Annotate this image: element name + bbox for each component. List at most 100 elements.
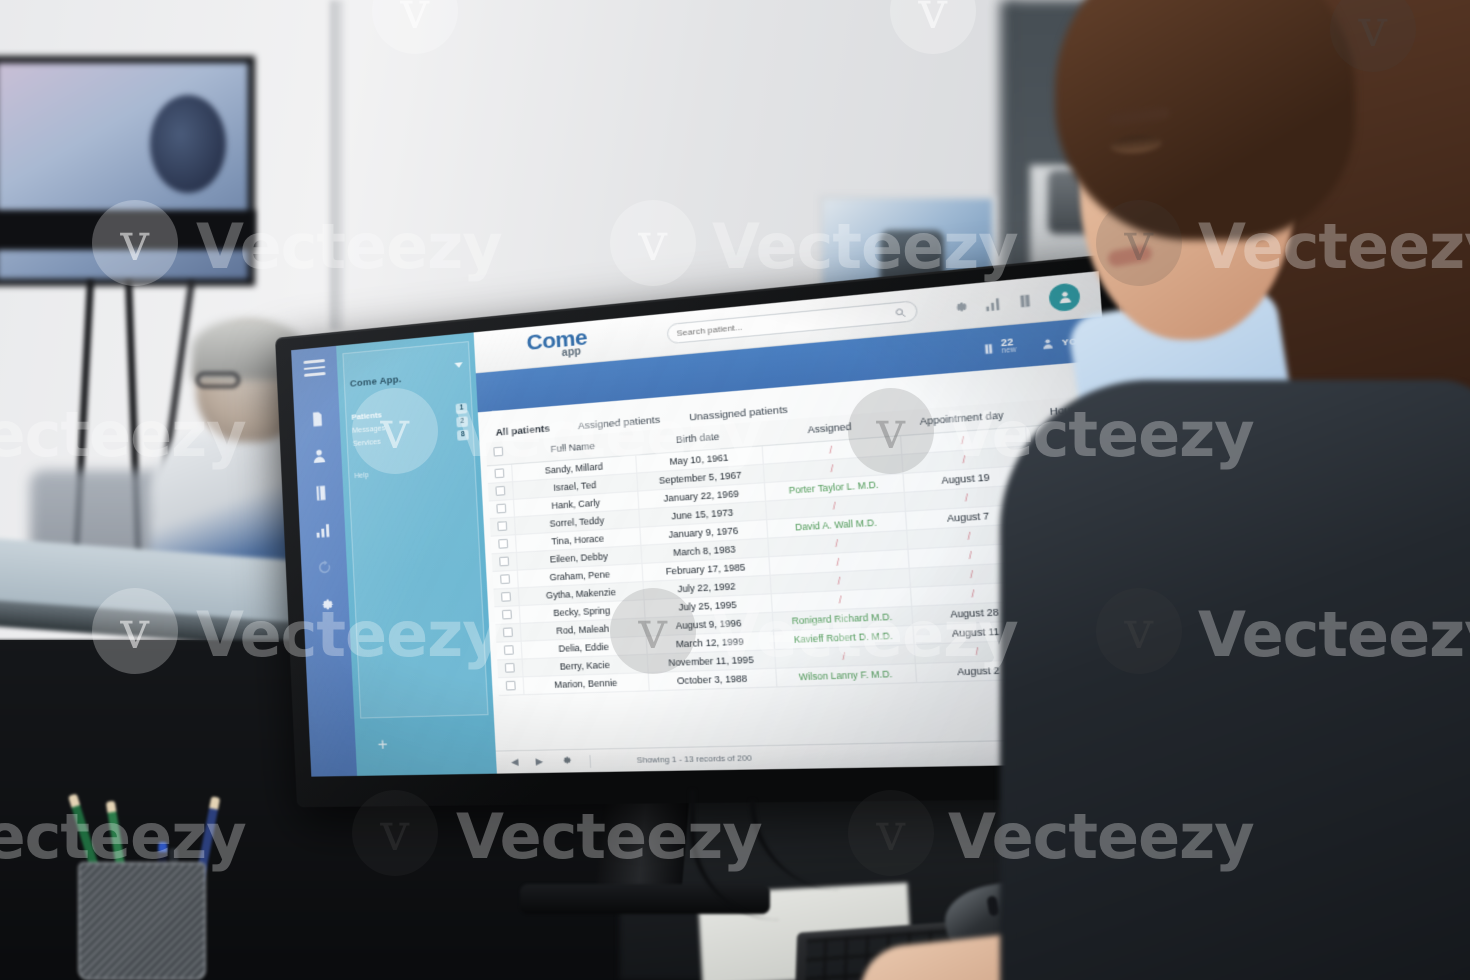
side-panel-item-label: Messages <box>351 423 386 435</box>
cell-full-name-value: Berry, Kacie <box>559 659 611 672</box>
add-item-icon[interactable]: + <box>377 734 388 754</box>
row-checkbox[interactable] <box>499 555 510 566</box>
side-panel-help-link[interactable]: Help <box>354 472 369 480</box>
book-icon[interactable] <box>310 482 331 503</box>
row-select-cell[interactable] <box>497 659 524 678</box>
cell-birth-date-value: October 3, 1988 <box>676 673 748 687</box>
notifications-count-group: 22 new <box>1000 336 1017 357</box>
cell-appointment-day-value: August 28 <box>949 606 999 620</box>
gear-icon[interactable] <box>951 298 969 315</box>
hamburger-menu-icon[interactable] <box>303 358 326 377</box>
side-panel-item-badge: 8 <box>456 429 469 441</box>
cell-full-name-value: Hank, Carly <box>551 497 601 512</box>
row-checkbox[interactable] <box>496 503 507 513</box>
chevron-down-icon[interactable] <box>454 362 463 369</box>
cell-full-name-value: Becky, Spring <box>553 605 611 619</box>
row-select-cell[interactable] <box>494 605 521 625</box>
row-select-cell[interactable] <box>486 464 513 484</box>
cell-assigned-value: / <box>837 575 842 587</box>
cell-appointment-day-value: / <box>968 549 973 562</box>
row-checkbox[interactable] <box>505 680 516 690</box>
cell-birth-date: October 3, 1988 <box>648 668 777 691</box>
row-select-cell[interactable] <box>492 570 519 590</box>
cell-birth-date-value: September 5, 1967 <box>658 469 742 486</box>
gear-icon[interactable] <box>316 594 337 615</box>
xray-screen-band <box>0 210 255 250</box>
side-panel-item-badge: 1 <box>455 402 468 414</box>
row-checkbox[interactable] <box>498 538 509 549</box>
row-checkbox[interactable] <box>504 662 515 673</box>
topbar-icons <box>951 281 1086 321</box>
cell-appointment-day-value: / <box>971 588 976 600</box>
row-checkbox[interactable] <box>501 609 512 619</box>
row-select-cell[interactable] <box>493 587 520 607</box>
cell-appointment-day-value: / <box>964 492 969 504</box>
bar-chart-icon[interactable] <box>312 519 333 540</box>
side-panel-item-label: Services <box>352 436 381 448</box>
wall-seam-left <box>330 0 344 330</box>
row-checkbox[interactable] <box>502 626 513 637</box>
app-logo: Come app <box>474 322 636 367</box>
cell-full-name-value: Sandy, Millard <box>544 461 604 476</box>
select-all-header[interactable] <box>485 440 512 466</box>
cell-appointment-day-value: / <box>969 569 974 581</box>
cell-full-name-value: Rod, Maleah <box>556 623 610 637</box>
gear-icon[interactable] <box>560 754 573 768</box>
cell-full-name-value: Sorrel, Teddy <box>549 515 605 529</box>
cell-assigned-value: / <box>842 650 846 663</box>
book-icon[interactable] <box>1016 292 1035 309</box>
cell-assigned-value: David A. Wall M.D. <box>794 516 878 533</box>
photo-scene: Come App. Patients 1 Messages 2 Services… <box>0 0 1470 980</box>
cell-assigned-value: / <box>830 463 834 475</box>
cell-assigned-value: / <box>829 444 833 456</box>
row-select-cell[interactable] <box>490 534 517 554</box>
footer-divider <box>589 754 591 768</box>
document-icon[interactable] <box>307 408 328 430</box>
search-input[interactable] <box>676 307 895 339</box>
records-status: Showing 1 - 13 records of 200 <box>636 753 753 765</box>
cell-birth-date-value: July 22, 1992 <box>677 580 736 595</box>
cell-full-name-value: Marion, Bennie <box>554 677 618 691</box>
cell-birth-date-value: February 17, 1985 <box>665 561 746 577</box>
row-select-cell[interactable] <box>488 499 515 519</box>
row-select-cell[interactable] <box>487 481 514 502</box>
row-checkbox[interactable] <box>500 573 511 584</box>
row-select-cell[interactable] <box>498 676 525 696</box>
cell-birth-date-value: November 11, 1995 <box>668 654 754 669</box>
refresh-icon[interactable] <box>314 556 335 577</box>
cell-assigned-value: Kavieff Robert D. M.D. <box>793 630 893 646</box>
cell-full-name-value: Eileen, Debby <box>549 550 609 565</box>
next-page-button[interactable]: ▶ <box>535 756 543 767</box>
cell-birth-date-value: June 15, 1973 <box>671 507 734 522</box>
side-panel-card <box>342 341 489 719</box>
xray-film <box>150 95 226 193</box>
cell-appointment-day-value: / <box>967 530 972 543</box>
cell-appointment-day-value: / <box>975 646 979 658</box>
search-icon <box>893 306 906 318</box>
user-avatar-icon[interactable] <box>1048 281 1081 312</box>
row-select-cell[interactable] <box>496 641 523 660</box>
cell-full-name-value: Gytha, Makenzie <box>545 586 617 601</box>
row-checkbox[interactable] <box>497 520 508 531</box>
cell-appointment-day-value: August 11 <box>951 625 1000 640</box>
person-icon[interactable] <box>308 445 329 466</box>
cell-birth-date-value: January 22, 1969 <box>663 488 740 504</box>
row-checkbox[interactable] <box>495 485 506 496</box>
bar-chart-icon[interactable] <box>983 295 1002 312</box>
cell-assigned-value: Porter Taylor L. M.D. <box>788 478 879 496</box>
prev-page-button[interactable]: ◀ <box>511 756 519 767</box>
cell-full-name-value: Delia, Eddie <box>558 641 610 654</box>
notifications-badge[interactable]: 22 new <box>981 336 1017 358</box>
row-checkbox[interactable] <box>503 644 514 655</box>
cell-appointment-day-value: August 2 <box>956 664 1000 678</box>
cell-appointment-day-value: / <box>960 434 965 447</box>
cell-assigned-value: / <box>834 538 839 550</box>
row-select-cell[interactable] <box>489 517 516 537</box>
cell-birth-date-value: July 25, 1995 <box>678 599 737 613</box>
row-select-cell[interactable] <box>491 552 518 572</box>
cell-birth-date-value: May 10, 1961 <box>669 452 729 468</box>
row-checkbox[interactable] <box>501 591 512 602</box>
row-checkbox[interactable] <box>494 467 505 478</box>
select-all-checkbox[interactable] <box>493 446 504 457</box>
row-select-cell[interactable] <box>495 623 522 643</box>
